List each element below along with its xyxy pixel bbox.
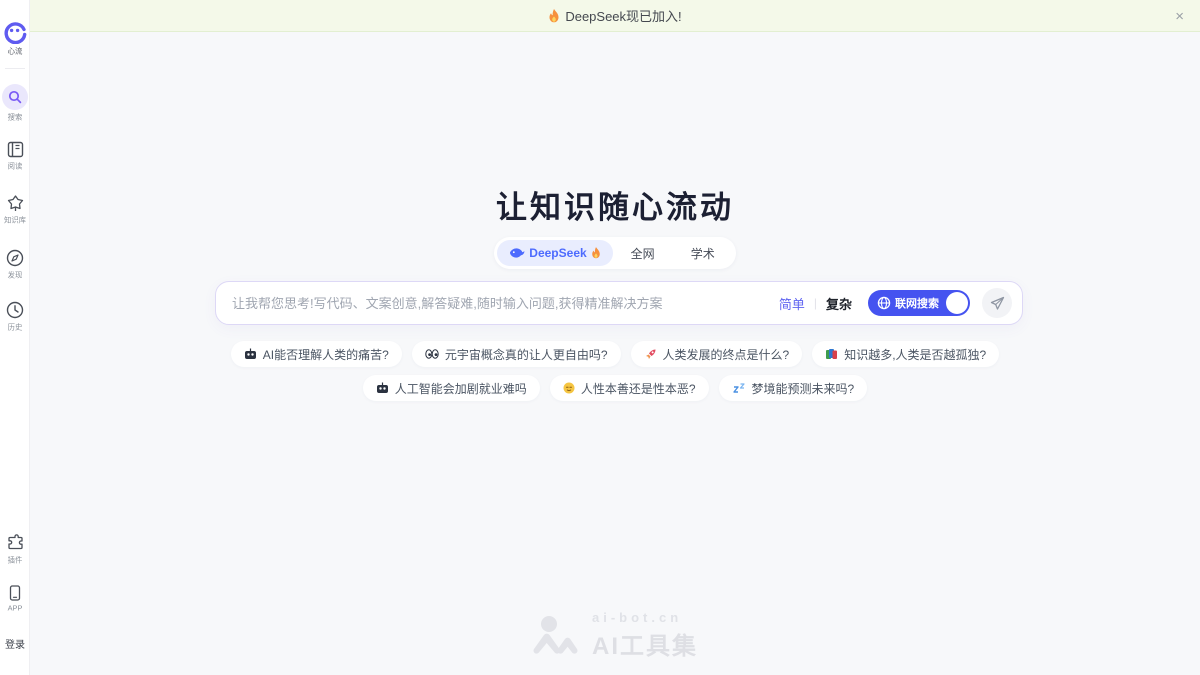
- logo-label: 心流: [8, 46, 23, 56]
- whale-icon: [509, 247, 525, 259]
- login-label: 登录: [5, 636, 25, 651]
- sidebar-item-login[interactable]: 登录: [0, 636, 30, 651]
- sidebar-item-knowledge[interactable]: 知识库: [0, 194, 30, 226]
- suggestion-row-2: 人工智能会加剧就业难吗 人性本善还是性本恶? 梦境能预测未来吗?: [30, 375, 1200, 401]
- tab-academic[interactable]: 学术: [673, 240, 733, 266]
- web-toggle-label: 联网搜索: [895, 295, 939, 311]
- history-icon: [5, 300, 25, 320]
- mode-complex-button[interactable]: 复杂: [826, 294, 852, 313]
- sidebar-item-label: 搜索: [8, 112, 23, 122]
- compass-icon: [5, 248, 25, 268]
- banner-text: DeepSeek现已加入!: [565, 6, 681, 25]
- search-input[interactable]: [232, 296, 779, 311]
- tab-deepseek[interactable]: DeepSeek: [497, 240, 612, 266]
- sidebar: 心流 搜索 阅读 知识库 发现 历史 插件: [0, 0, 30, 675]
- robot-icon: [244, 348, 257, 360]
- sidebar-item-search[interactable]: 搜索: [0, 84, 30, 123]
- sidebar-item-label: 发现: [8, 270, 23, 280]
- suggestion-chip[interactable]: AI能否理解人类的痛苦?: [231, 341, 402, 367]
- mode-simple-button[interactable]: 简单: [779, 294, 805, 313]
- sidebar-item-history[interactable]: 历史: [0, 300, 30, 333]
- suggestion-chip[interactable]: 梦境能预测未来吗?: [719, 375, 868, 401]
- tab-label: 学术: [691, 245, 715, 262]
- send-button[interactable]: [982, 288, 1012, 318]
- sidebar-divider: [5, 68, 25, 69]
- chip-label: 元宇宙概念真的让人更自由吗?: [445, 346, 608, 363]
- suggestion-chip[interactable]: 人工智能会加剧就业难吗: [363, 375, 540, 401]
- sidebar-item-read[interactable]: 阅读: [0, 140, 30, 172]
- mode-separator: |: [814, 296, 817, 310]
- tab-label: DeepSeek: [529, 246, 586, 260]
- watermark-title: AI工具集: [592, 626, 698, 661]
- web-search-toggle[interactable]: 联网搜索: [868, 290, 970, 316]
- search-icon: [2, 84, 28, 110]
- phone-icon: [6, 584, 24, 602]
- suggestion-chip[interactable]: 人类发展的终点是什么?: [631, 341, 803, 367]
- chip-label: AI能否理解人类的痛苦?: [263, 346, 389, 363]
- rocket-icon: [644, 348, 657, 361]
- page-title: 让知识随心流动: [30, 182, 1200, 227]
- sidebar-item-label: 知识库: [4, 215, 26, 225]
- books-icon: [825, 348, 838, 360]
- suggestion-chip[interactable]: 人性本善还是性本恶?: [550, 375, 709, 401]
- plugin-icon: [6, 534, 25, 553]
- globe-icon: [877, 296, 891, 310]
- close-icon[interactable]: ×: [1175, 0, 1184, 32]
- tab-label: 全网: [631, 245, 655, 262]
- suggestion-chip[interactable]: 知识越多,人类是否越孤独?: [812, 341, 999, 367]
- smiley-logo-icon: [3, 20, 27, 44]
- sidebar-item-label: 阅读: [8, 161, 23, 171]
- search-bar: 简单 | 复杂 联网搜索: [215, 281, 1023, 325]
- chip-label: 人性本善还是性本恶?: [581, 380, 696, 397]
- zzz-icon: [732, 382, 746, 394]
- sidebar-item-label: 插件: [8, 555, 23, 565]
- eyes-icon: [425, 349, 439, 359]
- aibot-logo-icon: [532, 615, 580, 657]
- chip-label: 梦境能预测未来吗?: [752, 380, 855, 397]
- watermark: ai-bot.cn AI工具集: [30, 610, 1200, 661]
- paper-plane-icon: [990, 296, 1005, 311]
- suggestion-row-1: AI能否理解人类的痛苦? 元宇宙概念真的让人更自由吗? 人类发展的终点是什么? …: [30, 341, 1200, 367]
- watermark-url: ai-bot.cn: [592, 610, 698, 625]
- sidebar-item-plugins[interactable]: 插件: [0, 534, 30, 566]
- tab-fullweb[interactable]: 全网: [613, 240, 673, 266]
- flame-icon: [591, 247, 601, 259]
- suggestion-chip[interactable]: 元宇宙概念真的让人更自由吗?: [412, 341, 621, 367]
- sidebar-item-app[interactable]: APP: [0, 584, 30, 613]
- app-logo[interactable]: 心流: [0, 20, 30, 57]
- announcement-banner: DeepSeek现已加入! ×: [30, 0, 1200, 32]
- sidebar-item-discover[interactable]: 发现: [0, 248, 30, 281]
- face-icon: [563, 382, 575, 394]
- chip-label: 人类发展的终点是什么?: [663, 346, 790, 363]
- chip-label: 知识越多,人类是否越孤独?: [844, 346, 986, 363]
- sidebar-item-label: 历史: [8, 322, 23, 332]
- book-icon: [6, 140, 25, 159]
- sidebar-item-label: APP: [8, 604, 23, 612]
- knowledge-icon: [6, 194, 25, 213]
- robot-icon: [376, 382, 389, 394]
- toggle-knob: [946, 292, 968, 314]
- search-mode-tabs: DeepSeek 全网 学术: [30, 237, 1200, 269]
- flame-icon: [548, 9, 560, 23]
- chip-label: 人工智能会加剧就业难吗: [395, 380, 527, 397]
